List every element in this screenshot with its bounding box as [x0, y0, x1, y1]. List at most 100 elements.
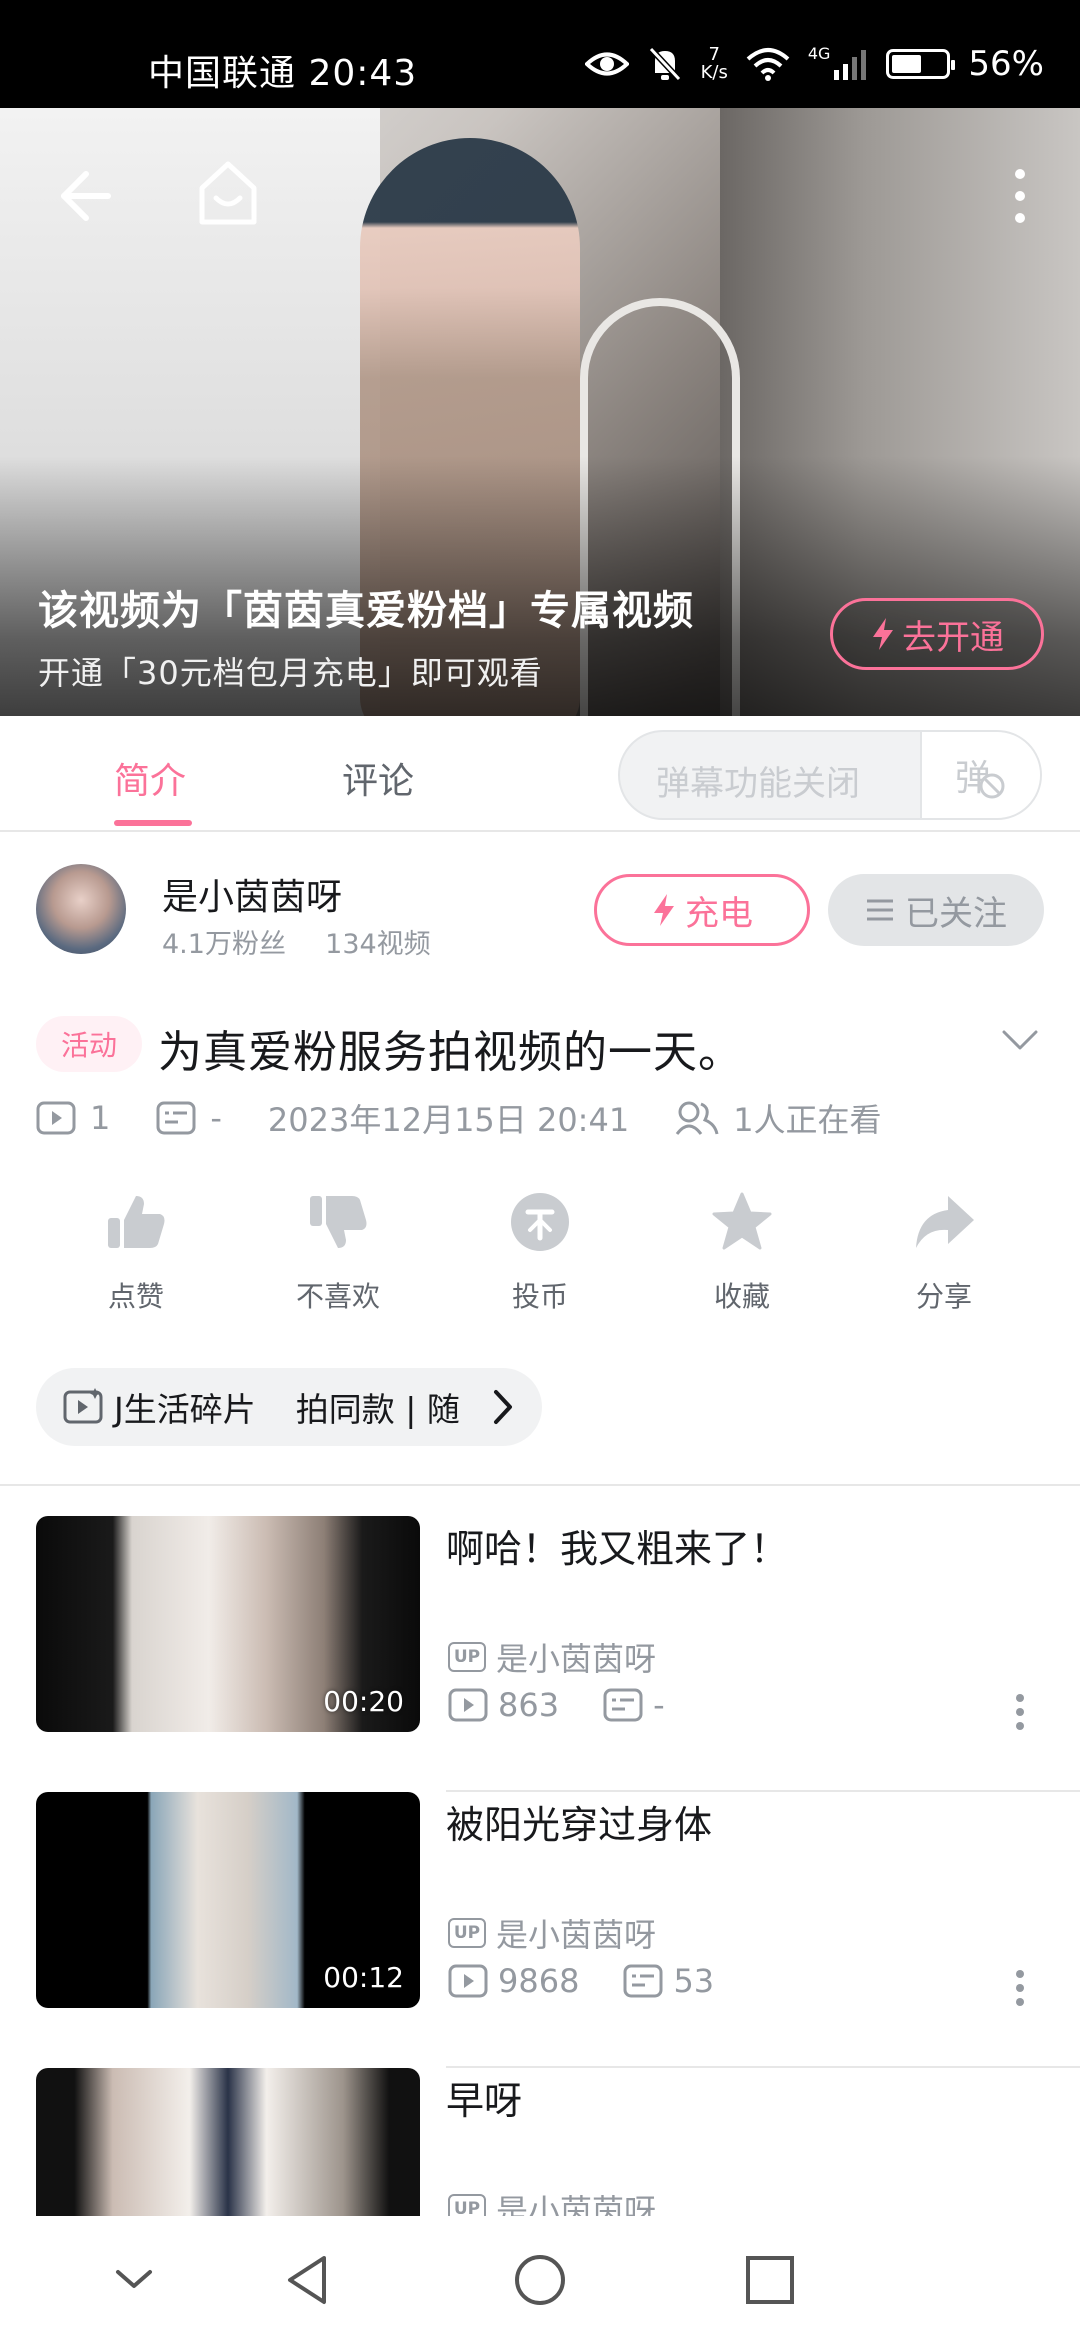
star-icon — [712, 1192, 772, 1250]
recommended-stats: 863 - — [448, 1686, 665, 1724]
watching-now: 1人正在看 — [733, 1101, 882, 1139]
tab-intro[interactable]: 简介 — [114, 752, 186, 804]
share-arrow-icon — [916, 1196, 974, 1248]
recommended-danmaku: - — [653, 1686, 665, 1724]
tab-comments[interactable]: 评论 — [342, 752, 414, 804]
recommended-uploader-name: 是小茵茵呀 — [496, 2192, 657, 2216]
signal-icon — [834, 50, 867, 80]
collection-extra: 拍同款 | 随 — [295, 1390, 460, 1429]
like-label: 点赞 — [107, 1280, 164, 1313]
follow-button[interactable]: 已关注 — [828, 874, 1044, 946]
recommended-title: 早呀 — [446, 2079, 523, 2123]
danmaku-count-icon — [623, 1964, 663, 1998]
recommended-danmaku: 53 — [673, 1962, 715, 2000]
like-button[interactable]: 点赞 — [66, 1190, 206, 1315]
status-icons: 7 K/s 4G 56% — [584, 44, 1044, 84]
recommended-uploader: UP 是小茵茵呀 — [448, 1634, 656, 1680]
recommended-uploader-name: 是小茵茵呀 — [496, 1640, 657, 1678]
chevron-right-icon — [494, 1390, 512, 1424]
play-count-icon — [448, 1964, 488, 1998]
menu-lines-icon — [867, 899, 893, 921]
collection-title: J生活碎片 — [114, 1390, 256, 1429]
more-vertical-icon[interactable] — [1000, 164, 1040, 228]
viewers-icon — [675, 1101, 719, 1135]
play-count: 1 — [90, 1099, 111, 1137]
home-icon[interactable] — [196, 158, 260, 228]
chevron-down-icon[interactable] — [1000, 1020, 1040, 1060]
open-membership-button[interactable]: 去开通 — [830, 598, 1044, 670]
danmaku-count-icon — [156, 1101, 196, 1135]
recommended-uploader: UP 是小茵茵呀 — [448, 1910, 656, 1956]
thumbs-down-icon — [310, 1196, 367, 1248]
back-triangle-icon[interactable] — [280, 2252, 336, 2308]
uploader-section: 是小茵茵呀 4.1万粉丝 134视频 充电 已关注 — [0, 832, 1080, 1002]
share-label: 分享 — [915, 1280, 972, 1313]
collection-chip[interactable]: J生活碎片 拍同款 | 随 — [36, 1368, 542, 1446]
uploader-video-count: 134视频 — [325, 929, 431, 960]
video-duration: 00:20 — [323, 1685, 404, 1718]
play-count-icon — [36, 1101, 76, 1135]
recent-apps-square-icon[interactable] — [742, 2252, 798, 2308]
video-title: 为真爱粉服务拍视频的一天。 — [158, 1027, 743, 1078]
share-button[interactable]: 分享 — [874, 1190, 1014, 1315]
video-player[interactable]: 该视频为「茵茵真爱粉档」专属视频 开通「30元档包月充电」即可观看 去开通 — [0, 108, 1080, 716]
section-divider — [0, 1484, 1080, 1486]
recommended-title: 啊哈！我又粗来了！ — [446, 1527, 789, 1571]
system-navigation-bar — [0, 2216, 1080, 2340]
danmaku-toggle-button[interactable]: 弹 — [920, 732, 1040, 818]
recommended-uploader: UP 是小茵茵呀 — [448, 2186, 656, 2216]
video-thumbnail[interactable]: 00:12 — [36, 1792, 420, 2008]
coin-button[interactable]: 投币 — [470, 1190, 610, 1315]
back-arrow-icon[interactable] — [52, 164, 116, 228]
up-badge-icon: UP — [448, 1642, 486, 1672]
tab-bar: 简介 评论 弹幕功能关闭 弹 — [0, 716, 1080, 832]
chevron-down-icon[interactable] — [106, 2252, 162, 2308]
action-bar: 点赞 不喜欢 投币 收藏 分享 — [0, 1190, 1080, 1340]
activity-tag[interactable]: 活动 — [36, 1016, 142, 1072]
battery-icon — [886, 49, 956, 79]
avatar[interactable] — [36, 864, 126, 954]
danmaku-off-icon — [979, 773, 1005, 799]
dislike-label: 不喜欢 — [295, 1280, 380, 1313]
video-thumbnail[interactable] — [36, 2068, 420, 2216]
recommended-plays: 9868 — [498, 1962, 580, 2000]
danmaku-count: - — [210, 1099, 222, 1137]
up-badge-icon: UP — [448, 1918, 486, 1948]
home-circle-icon[interactable] — [512, 2252, 568, 2308]
publish-date: 2023年12月15日 20:41 — [267, 1101, 630, 1139]
eye-icon — [584, 52, 629, 76]
charge-button[interactable]: 充电 — [594, 874, 810, 946]
coin-label: 投币 — [511, 1280, 568, 1313]
more-vertical-icon[interactable] — [1012, 1968, 1028, 2008]
locked-video-title: 该视频为「茵茵真爱粉档」专属视频 — [38, 588, 694, 634]
status-bar: 中国联通 20:43 7 K/s 4G 56% — [0, 0, 1080, 108]
tab-active-indicator — [114, 820, 192, 826]
more-vertical-icon[interactable] — [1012, 1692, 1028, 1732]
uploader-meta: 4.1万粉丝 134视频 — [162, 922, 431, 961]
recommended-stats: 9868 53 — [448, 1962, 714, 2000]
danmaku-placeholder: 弹幕功能关闭 — [656, 764, 860, 804]
dislike-button[interactable]: 不喜欢 — [268, 1190, 408, 1315]
uploader-fans: 4.1万粉丝 — [162, 929, 286, 960]
video-clip-icon — [63, 1388, 103, 1424]
lightning-icon — [654, 894, 674, 926]
video-thumbnail[interactable]: 00:20 — [36, 1516, 420, 1732]
carrier-time: 中国联通 20:43 — [148, 53, 418, 94]
open-membership-label: 去开通 — [902, 617, 1004, 658]
recommended-uploader-name: 是小茵茵呀 — [496, 1916, 657, 1954]
video-duration: 00:12 — [323, 1961, 404, 1994]
danmaku-input[interactable]: 弹幕功能关闭 弹 — [618, 730, 1042, 820]
recommended-plays: 863 — [498, 1686, 560, 1724]
favorite-button[interactable]: 收藏 — [672, 1190, 812, 1315]
list-item[interactable]: 00:12 被阳光穿过身体 UP 是小茵茵呀 9868 53 — [0, 1792, 1080, 2068]
uploader-name[interactable]: 是小茵茵呀 — [162, 868, 342, 920]
list-item[interactable]: 早呀 UP 是小茵茵呀 — [0, 2068, 1080, 2216]
play-count-icon — [448, 1688, 488, 1722]
wifi-icon — [746, 48, 790, 81]
follow-label: 已关注 — [905, 893, 1007, 934]
danmaku-count-icon — [603, 1688, 643, 1722]
video-title-row: 活动 为真爱粉服务拍视频的一天。 — [0, 1002, 1080, 1092]
lightning-icon — [873, 618, 893, 650]
list-item[interactable]: 00:20 啊哈！我又粗来了！ UP 是小茵茵呀 863 - — [0, 1516, 1080, 1792]
bell-muted-icon — [648, 46, 681, 82]
